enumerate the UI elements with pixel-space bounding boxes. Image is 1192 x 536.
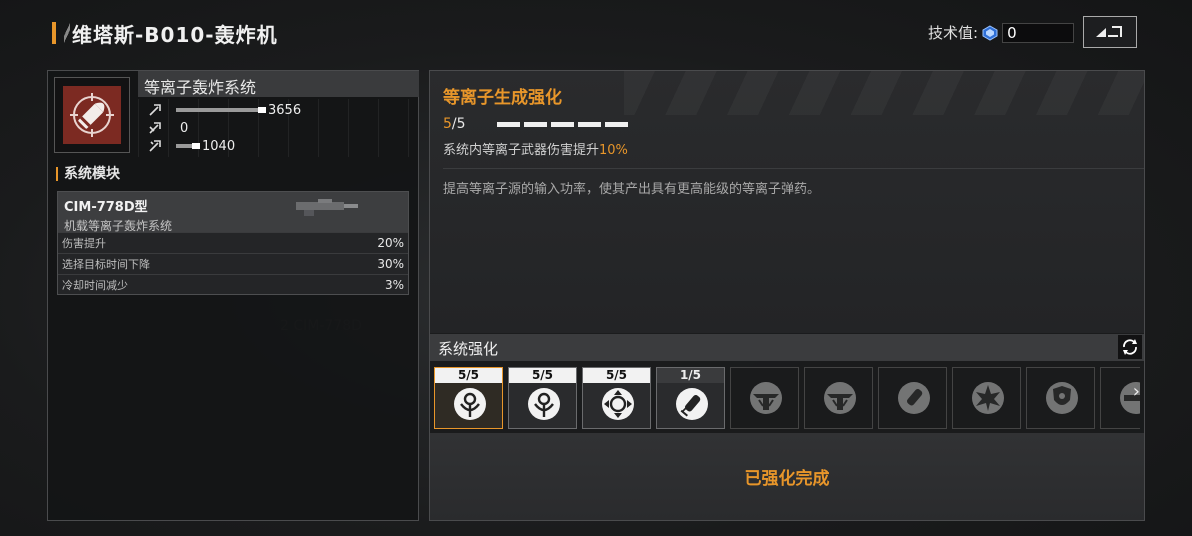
back-arrow-icon	[1096, 26, 1122, 37]
tech-value: 0	[1002, 22, 1075, 43]
scroll-right-arrow-icon[interactable]: ›	[1133, 381, 1140, 402]
enhancement-slot[interactable]	[1026, 367, 1095, 429]
enhancement-slots: 5/5 5/5 5/5 1/5	[434, 367, 1140, 431]
tech-gem-icon	[982, 24, 998, 41]
module-stat-row: 选择目标时间下降 30%	[58, 253, 408, 274]
system-enhance-label: 系统强化	[438, 340, 499, 358]
module-stat-value: 3%	[384, 278, 404, 292]
module-stat-row: 伤害提升 20%	[58, 232, 408, 253]
title-slash-decoration	[64, 22, 70, 44]
shield-crest-icon	[1046, 382, 1078, 414]
plasma-generator-icon	[528, 388, 560, 420]
level-max: /5	[451, 116, 466, 132]
damage-stat-value: 3656	[268, 102, 302, 118]
module-section-label: 系统模块	[56, 167, 120, 181]
module-stat-value: 20%	[377, 236, 404, 250]
bomb-drop-icon	[898, 382, 930, 414]
enhancement-slot[interactable]: 5/5	[582, 367, 651, 429]
range-stat-icon	[149, 140, 161, 152]
level-pip	[524, 122, 547, 127]
bomb-drop-icon	[676, 388, 708, 420]
plasma-generator-icon	[454, 388, 486, 420]
level-pips	[497, 122, 628, 127]
tech-points-display: 技术值: 0	[928, 22, 1075, 43]
enhancement-slot[interactable]	[952, 367, 1021, 429]
enhancement-description: 提高等离子源的输入功率，使其产出具有更高能级的等离子弹药。	[443, 182, 821, 197]
effect-text: 系统内等离子武器伤害提升	[443, 143, 600, 158]
screen-root: 维塔斯-B010-轰炸机 技术值: 0 2 CIM-778D	[0, 0, 1192, 536]
level-pip	[605, 122, 628, 127]
burst-icon	[972, 382, 1004, 414]
enhancement-slot[interactable]: 5/5	[508, 367, 577, 429]
damage-stat-icon	[149, 104, 161, 116]
system-name-header: 等离子轰炸系统	[138, 71, 419, 97]
module-stat-value: 30%	[377, 257, 404, 271]
module-stat-label: 选择目标时间下降	[62, 258, 150, 271]
level-pip	[578, 122, 601, 127]
enhancement-level: 5/5	[443, 116, 466, 132]
enhancement-effect: 系统内等离子武器伤害提升10%	[443, 139, 628, 158]
system-enhance-header: 系统强化	[430, 334, 1144, 361]
wing-emblem-icon	[750, 382, 782, 414]
module-card[interactable]: CIM-778D型 机载等离子轰炸系统 伤害提升 20% 选择目标时间下降 30…	[57, 191, 409, 295]
enhancement-slot[interactable]	[878, 367, 947, 429]
system-icon-frame[interactable]	[54, 77, 130, 153]
slot-level: 5/5	[583, 368, 650, 383]
enhancement-slot[interactable]: 1/5	[656, 367, 725, 429]
level-pip	[497, 122, 520, 127]
page-header: 维塔斯-B010-轰炸机	[52, 20, 278, 47]
target-lock-icon	[602, 388, 634, 420]
enhance-complete-text: 已强化完成	[744, 469, 830, 489]
wing-emblem-icon	[824, 382, 856, 414]
range-stat-value: 1040	[202, 138, 236, 154]
plasma-cannon-icon	[296, 199, 358, 216]
module-card-header: CIM-778D型 机载等离子轰炸系统	[58, 192, 408, 233]
system-icon-tile	[63, 86, 121, 144]
system-stats: 3656 0 1040	[138, 99, 419, 157]
enhancement-detail: 等离子生成强化 5/5 系统内等离子武器伤害提升10% 提高等离子源的输入功率，…	[430, 71, 1144, 333]
slot-level: 1/5	[657, 368, 724, 383]
enhancement-slot[interactable]	[730, 367, 799, 429]
enhancement-panel: 等离子生成强化 5/5 系统内等离子武器伤害提升10% 提高等离子源的输入功率，…	[429, 70, 1145, 521]
enhancement-slot[interactable]: 5/5	[434, 367, 503, 429]
detail-divider	[443, 168, 1144, 169]
effect-percent: 10%	[599, 143, 628, 158]
level-current: 5	[443, 116, 452, 132]
header-stripes-decoration	[624, 71, 1144, 115]
refresh-button[interactable]	[1118, 335, 1142, 359]
range-stat-bar	[176, 143, 200, 149]
enhance-status-area: 已强化完成	[430, 433, 1144, 520]
module-subtitle: 机载等离子轰炸系统	[64, 219, 173, 233]
title-accent-bar	[52, 22, 56, 44]
tech-label: 技术值:	[928, 24, 979, 42]
page-title: 维塔斯-B010-轰炸机	[72, 22, 278, 47]
plasma-shell-icon	[70, 93, 114, 137]
module-stat-label: 伤害提升	[62, 237, 106, 250]
module-stat-row: 冷却时间减少 3%	[58, 274, 408, 295]
penetration-stat-value: 0	[180, 120, 189, 136]
stat-row-damage: 3656	[138, 101, 301, 119]
stat-row-range: 1040	[138, 137, 235, 155]
enhancement-slot[interactable]	[804, 367, 873, 429]
slot-level: 5/5	[509, 368, 576, 383]
slot-level: 5/5	[435, 368, 502, 383]
refresh-icon	[1123, 339, 1137, 355]
level-pip	[551, 122, 574, 127]
system-info-panel: 等离子轰炸系统 3656 0 1040 系统模块 CIM-778D型 机载等离子…	[47, 70, 419, 521]
penetration-stat-icon	[149, 122, 161, 134]
enhancement-title: 等离子生成强化	[443, 88, 562, 108]
back-button[interactable]	[1083, 16, 1137, 48]
module-stat-label: 冷却时间减少	[62, 279, 128, 292]
damage-stat-bar	[176, 107, 266, 113]
stat-row-penetration: 0	[138, 119, 188, 137]
